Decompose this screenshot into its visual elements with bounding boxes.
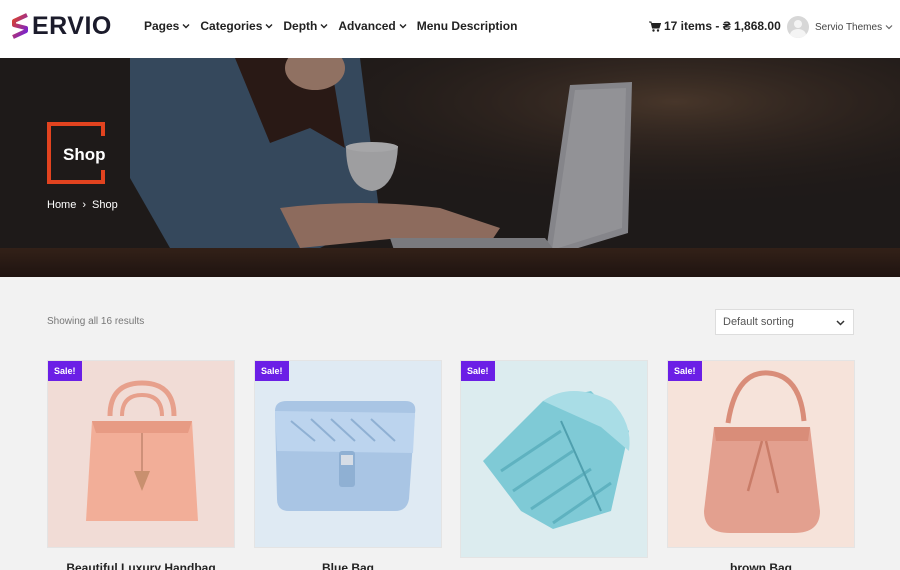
nav-item-label: Pages	[144, 19, 180, 33]
user-name: Servio Themes	[815, 21, 883, 33]
user-menu[interactable]: Servio Themes	[787, 16, 893, 38]
breadcrumb-current: Shop	[92, 199, 118, 211]
product-name[interactable]: Beautiful Luxury Handbag	[47, 561, 235, 570]
nav-item-pages[interactable]: Pages	[144, 19, 190, 33]
brown-bag-image	[704, 370, 820, 533]
product-image[interactable]: Sale!	[254, 360, 442, 548]
chevron-down-icon	[265, 24, 273, 29]
sale-badge: Sale!	[668, 361, 702, 381]
chevron-down-icon	[182, 24, 190, 29]
product-card[interactable]: Sale! Beautiful Luxury Handbag	[47, 360, 235, 570]
cart-icon	[649, 21, 661, 32]
result-count: Showing all 16 results	[47, 316, 145, 327]
nav-item-label: Categories	[200, 19, 263, 33]
chevron-down-icon	[836, 320, 845, 326]
hero-overlay	[0, 58, 900, 277]
logo-text: ERVIO	[32, 11, 112, 40]
handbag-image	[86, 380, 198, 521]
product-name[interactable]: Blue Bag	[254, 561, 442, 570]
product-card[interactable]: Sale! Blue Bag	[254, 360, 442, 570]
hero-banner: Shop Home › Shop	[0, 58, 900, 277]
product-name[interactable]: brown Bag	[667, 561, 855, 570]
nav-item-label: Advanced	[338, 19, 396, 33]
chevron-down-icon	[320, 24, 328, 29]
sale-badge: Sale!	[461, 361, 495, 381]
product-image[interactable]: Sale!	[47, 360, 235, 548]
sale-badge: Sale!	[255, 361, 289, 381]
sort-select-value: Default sorting	[723, 316, 794, 328]
page-title: Shop	[63, 145, 106, 164]
site-logo[interactable]: ERVIO	[9, 11, 112, 41]
site-header: ERVIO Pages Categories Depth Advanced Me…	[0, 0, 900, 58]
chevron-down-icon	[885, 25, 893, 30]
product-card[interactable]: Sale! brown Bag	[667, 360, 855, 570]
breadcrumb-home-link[interactable]: Home	[47, 199, 76, 211]
main-nav: Pages Categories Depth Advanced Menu Des…	[144, 19, 517, 33]
product-image[interactable]: Sale!	[667, 360, 855, 548]
blue-bag-image	[275, 401, 416, 511]
sort-select[interactable]: Default sorting	[715, 309, 854, 335]
product-card[interactable]: Sale!	[460, 360, 648, 558]
breadcrumb-separator: ›	[82, 199, 87, 211]
nav-item-label: Depth	[283, 19, 318, 33]
product-image[interactable]: Sale!	[460, 360, 648, 558]
nav-item-advanced[interactable]: Advanced	[338, 19, 407, 33]
breadcrumb: Home › Shop	[47, 199, 118, 211]
nav-item-depth[interactable]: Depth	[283, 19, 328, 33]
cart-summary-text: 17 items - ₴ 1,868.00	[664, 19, 781, 33]
nav-item-menu-description[interactable]: Menu Description	[417, 19, 518, 33]
jacket-image	[483, 391, 630, 529]
sale-badge: Sale!	[48, 361, 82, 381]
avatar	[787, 16, 809, 38]
cart-summary[interactable]: 17 items - ₴ 1,868.00	[649, 19, 781, 33]
chevron-down-icon	[399, 24, 407, 29]
nav-item-label: Menu Description	[416, 19, 518, 33]
logo-icon	[12, 13, 28, 39]
nav-item-categories[interactable]: Categories	[200, 19, 273, 33]
